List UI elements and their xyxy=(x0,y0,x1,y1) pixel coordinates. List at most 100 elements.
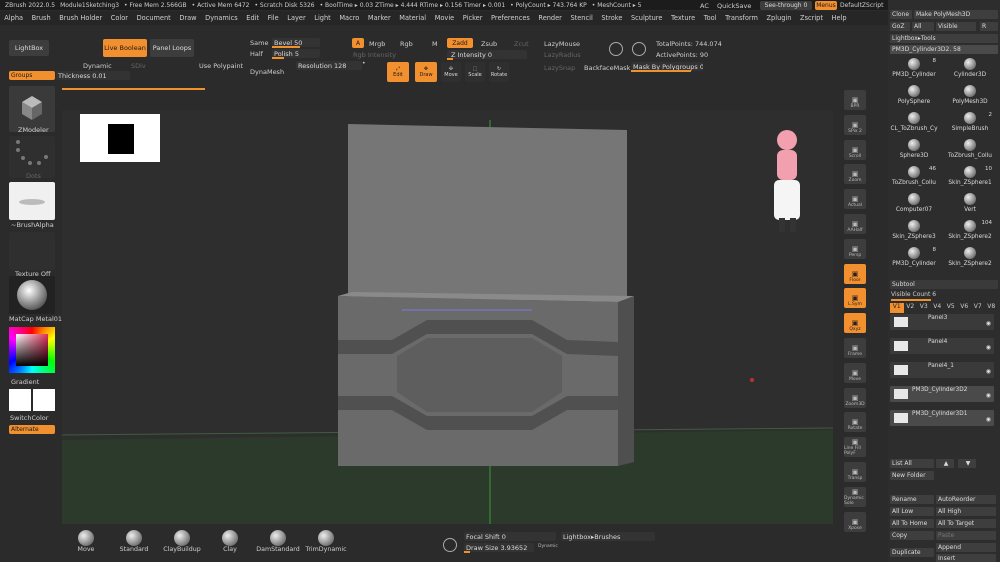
insert-button[interactable]: Insert xyxy=(936,554,996,562)
menu-transform[interactable]: Transform xyxy=(721,14,762,22)
all-to-home-button[interactable]: All To Home xyxy=(890,519,934,528)
tool-thumb[interactable]: Skin_ZSphere3 xyxy=(890,218,938,240)
tool-thumb[interactable]: CL_ToZbrush_Cy xyxy=(890,110,938,132)
gradient-label[interactable]: Gradient xyxy=(11,378,39,386)
thickness-slider[interactable]: Thickness 0.01 xyxy=(56,71,130,80)
alternate-button[interactable]: Alternate xyxy=(9,425,55,434)
tool-l-sym[interactable]: ▣ L.Sym xyxy=(844,288,866,309)
paste-button[interactable]: Paste xyxy=(936,531,996,540)
tool-thumb[interactable]: Sphere3D xyxy=(890,137,938,159)
all-button[interactable]: All xyxy=(912,22,934,31)
rgb-intensity-slider[interactable]: Rgb Intensity xyxy=(353,51,396,59)
menu-light[interactable]: Light xyxy=(310,14,335,22)
z-intensity-slider[interactable]: Z Intensity 0 xyxy=(447,50,527,59)
eye-icon[interactable]: ◉ xyxy=(986,416,991,423)
lazyradius-slider[interactable]: LazyRadius xyxy=(544,51,581,59)
tool-thumb[interactable]: 8 PM3D_Cylinder xyxy=(890,56,938,78)
append-button[interactable]: Append xyxy=(936,543,996,552)
ac-label[interactable]: AC xyxy=(700,2,709,10)
tool-actual[interactable]: ▣ Actual xyxy=(844,189,866,210)
goz-button[interactable]: GoZ xyxy=(890,22,910,31)
duplicate-button[interactable]: Duplicate xyxy=(890,548,934,557)
subtool-header[interactable]: Subtool xyxy=(890,280,998,289)
tool-thumb[interactable]: 104 Skin_ZSphere2 xyxy=(946,218,994,240)
tool-dynamic-solo[interactable]: ▣ Dynamic Solo xyxy=(844,486,866,507)
subtool-row[interactable]: PM3D_Cylinder3D2 ◉ xyxy=(890,386,994,402)
tool-floor[interactable]: ▣ Floor xyxy=(844,263,866,284)
mrgb-toggle[interactable]: Mrgb xyxy=(369,40,385,48)
texture-thumbnail[interactable] xyxy=(9,232,55,270)
tool-thumb[interactable]: 46 ToZbrush_Collu xyxy=(890,164,938,186)
eye-icon[interactable]: ◉ xyxy=(986,392,991,399)
subtool-row[interactable]: Panel3 ◉ xyxy=(890,314,994,330)
color-picker[interactable] xyxy=(9,327,55,373)
see-through-slider[interactable]: See-through 0 xyxy=(760,1,812,10)
brush-clay[interactable]: Clay xyxy=(206,530,254,560)
menu-render[interactable]: Render xyxy=(534,14,566,22)
switchcolor-button[interactable]: SwitchColor xyxy=(10,414,48,422)
lightbox-tools-button[interactable]: Lightbox▸Tools xyxy=(890,34,998,43)
brush-standard[interactable]: Standard xyxy=(110,530,158,560)
menu-draw[interactable]: Draw xyxy=(175,14,201,22)
menu-edit[interactable]: Edit xyxy=(242,14,263,22)
color-square[interactable] xyxy=(16,334,48,366)
tool-aahalf[interactable]: ▣ AAHalf xyxy=(844,214,866,234)
brush-damstandard[interactable]: DamStandard xyxy=(254,530,302,560)
tool-scroll[interactable]: ▣ Scroll xyxy=(844,139,866,160)
draw-size-slider[interactable]: Draw Size 3.93652 xyxy=(464,543,534,552)
edit-mode-button[interactable]: ⤢ Edit xyxy=(387,62,409,82)
dynamesh-button[interactable]: DynaMesh xyxy=(250,68,284,76)
rgb-toggle[interactable]: Rgb xyxy=(400,40,413,48)
tool-zoom[interactable]: ▣ Zoom xyxy=(844,164,866,185)
tool-zoom3d[interactable]: ▣ Zoom3D xyxy=(844,387,866,408)
tool-thumb[interactable]: ToZbrush_Collu xyxy=(946,137,994,159)
menu-layer[interactable]: Layer xyxy=(283,14,310,22)
tool-qxyz[interactable]: ▣ Qxyz xyxy=(844,313,866,334)
all-to-target-button[interactable]: All To Target xyxy=(936,519,996,528)
resolution-slider[interactable]: Resolution 128 xyxy=(296,61,362,70)
tool-rotate[interactable]: ▣ Rotate xyxy=(844,412,866,433)
tool-thumb[interactable]: PolyMesh3D xyxy=(946,83,994,105)
menu-color[interactable]: Color xyxy=(106,14,132,22)
tool-thumb[interactable]: Cylinder3D xyxy=(946,56,994,78)
menu-dynamics[interactable]: Dynamics xyxy=(201,14,242,22)
menu-brush-holder[interactable]: Brush Holder xyxy=(55,14,107,22)
menu-marker[interactable]: Marker xyxy=(364,14,395,22)
m-toggle[interactable]: M xyxy=(432,40,438,48)
tool-transp[interactable]: ▣ Transp xyxy=(844,462,866,482)
menu-document[interactable]: Document xyxy=(132,14,175,22)
lazymouse-toggle[interactable]: LazyMouse xyxy=(544,40,580,48)
secondary-color-swatch[interactable] xyxy=(33,389,55,411)
subtool-row[interactable]: PM3D_Cylinder3D1 ◉ xyxy=(890,410,994,426)
rotate-mode-button[interactable]: ↻ Rotate xyxy=(489,62,509,82)
new-folder-button[interactable]: New Folder xyxy=(890,471,934,480)
brush-move[interactable]: Move xyxy=(62,530,110,560)
main-color-swatch[interactable] xyxy=(9,389,31,411)
visible-button[interactable]: Visible xyxy=(936,22,976,31)
live-boolean-button[interactable]: Live Boolean xyxy=(103,39,147,57)
tool-bpr[interactable]: ▣ BPR xyxy=(844,90,866,110)
menu-texture[interactable]: Texture xyxy=(667,14,700,22)
brush-claybuildup[interactable]: ClayBuildup xyxy=(158,530,206,560)
tool-thumb[interactable]: 8 PM3D_Cylinder xyxy=(890,245,938,267)
menu-sculpture[interactable]: Sculpture xyxy=(627,14,667,22)
menu-file[interactable]: File xyxy=(263,14,283,22)
a-toggle[interactable]: A xyxy=(352,38,364,48)
menu-zplugin[interactable]: Zplugin xyxy=(762,14,796,22)
zadd-toggle[interactable]: Zadd xyxy=(447,38,473,48)
version-v4[interactable]: V4 xyxy=(931,303,945,313)
rename-button[interactable]: Rename xyxy=(890,495,934,504)
scale-mode-button[interactable]: ⬚ Scale xyxy=(465,62,485,82)
eye-icon[interactable]: ◉ xyxy=(986,320,991,327)
make-polymesh-button[interactable]: Make PolyMesh3D xyxy=(914,10,998,19)
tool-thumb[interactable]: Skin_ZSphere2 xyxy=(946,245,994,267)
eye-icon[interactable]: ◉ xyxy=(986,344,991,351)
tool-thumb[interactable]: 2 SimpleBrush xyxy=(946,110,994,132)
subtool-row[interactable]: Panel4_1 ◉ xyxy=(890,362,994,378)
tool-xpose[interactable]: ▣ Xpose xyxy=(844,511,866,532)
menu-zscript[interactable]: Zscript xyxy=(796,14,828,22)
all-low-button[interactable]: All Low xyxy=(890,507,934,516)
version-v2[interactable]: V2 xyxy=(904,303,918,313)
menu-movie[interactable]: Movie xyxy=(430,14,458,22)
menu-stencil[interactable]: Stencil xyxy=(566,14,597,22)
